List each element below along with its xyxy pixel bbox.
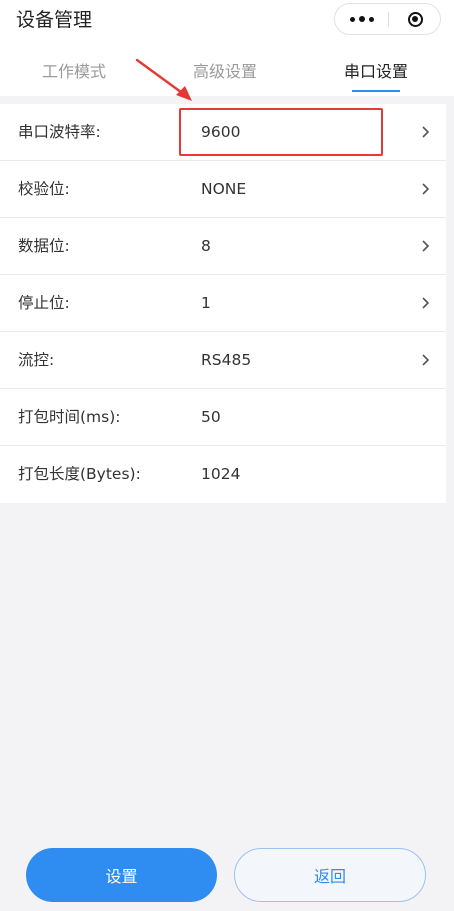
tab-bar: 工作模式 高级设置 串口设置 (0, 40, 454, 96)
setting-value[interactable]: 1024 (201, 464, 240, 484)
setting-label: 校验位: (18, 180, 70, 198)
setting-value: NONE (201, 180, 247, 198)
tab-advanced-settings[interactable]: 高级设置 (193, 62, 257, 82)
setting-row-pack-length[interactable]: 打包长度(Bytes): 1024 (0, 446, 446, 503)
tab-work-mode[interactable]: 工作模式 (42, 62, 106, 82)
setting-value: 1 (201, 294, 211, 312)
chevron-right-icon (422, 354, 430, 366)
setting-row-parity[interactable]: 校验位: NONE (0, 161, 446, 218)
setting-row-pack-time[interactable]: 打包时间(ms): 50 (0, 389, 446, 446)
setting-value: 8 (201, 237, 211, 255)
annotation-arrow-icon (135, 58, 192, 101)
chevron-right-icon (422, 297, 430, 309)
mini-program-capsule (334, 3, 441, 35)
annotation-highlight-box (179, 108, 383, 156)
setting-label: 打包长度(Bytes): (18, 465, 141, 483)
serial-settings-list: 串口波特率: 9600 校验位: NONE 数据位: 8 停止位: 1 流控: … (0, 104, 446, 503)
section-gap (0, 96, 454, 104)
setting-label: 停止位: (18, 294, 70, 312)
setting-row-stop-bits[interactable]: 停止位: 1 (0, 275, 446, 332)
back-button[interactable]: 返回 (234, 848, 426, 902)
setting-label: 数据位: (18, 237, 70, 255)
tab-serial-settings[interactable]: 串口设置 (344, 62, 408, 82)
setting-row-flow-control[interactable]: 流控: RS485 (0, 332, 446, 389)
setting-row-data-bits[interactable]: 数据位: 8 (0, 218, 446, 275)
setting-label: 串口波特率: (18, 123, 101, 141)
target-icon[interactable] (389, 4, 441, 34)
title-bar: 设备管理 (0, 0, 454, 40)
active-tab-indicator (352, 90, 400, 92)
setting-label: 流控: (18, 351, 55, 369)
set-button[interactable]: 设置 (26, 848, 217, 902)
setting-value[interactable]: 50 (201, 407, 221, 427)
chevron-right-icon (422, 126, 430, 138)
setting-value: RS485 (201, 351, 252, 369)
chevron-right-icon (422, 183, 430, 195)
setting-label: 打包时间(ms): (18, 408, 121, 426)
more-dots-icon[interactable] (335, 4, 388, 34)
page-title: 设备管理 (16, 9, 93, 31)
chevron-right-icon (422, 240, 430, 252)
